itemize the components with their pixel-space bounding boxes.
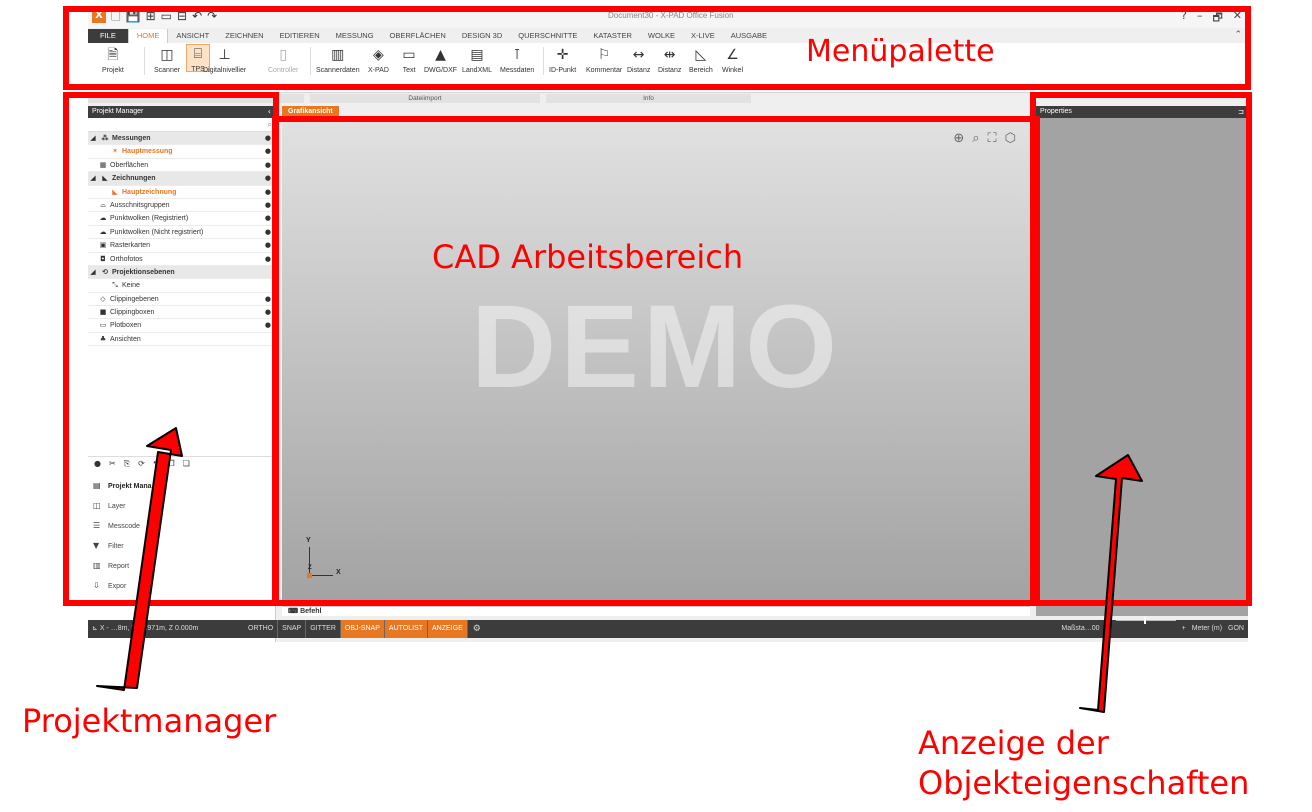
stage: X 🗋 💾 ⊞ ▭ ⊟ ↶ ↷ Document30 - X-PAD Offic… <box>0 0 1312 812</box>
annotation-arrows <box>96 427 1143 713</box>
properties-arrow <box>1079 454 1143 713</box>
projektmanager-arrow <box>96 427 183 691</box>
